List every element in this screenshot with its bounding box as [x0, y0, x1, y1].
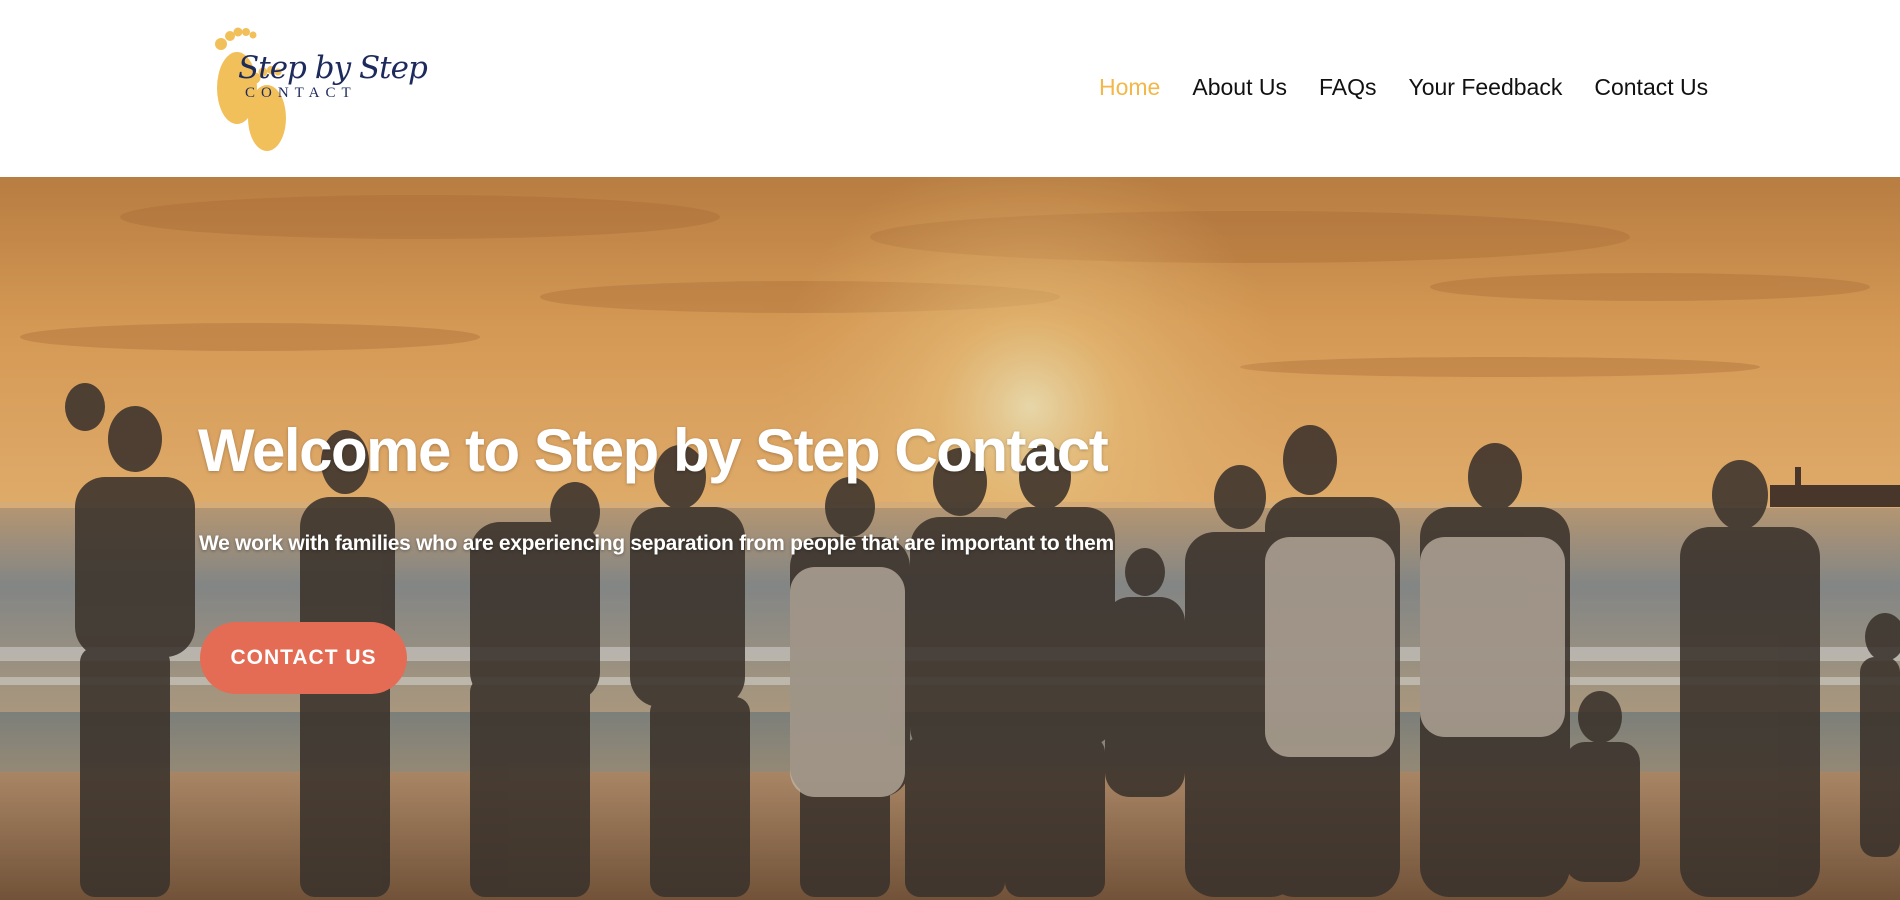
- logo-sub-text: CONTACT: [245, 85, 357, 101]
- nav-contact-us[interactable]: Contact Us: [1594, 74, 1708, 101]
- main-nav: Home About Us FAQs Your Feedback Contact…: [1099, 71, 1708, 103]
- hero-section: Welcome to Step by Step Contact We work …: [0, 177, 1900, 900]
- nav-home[interactable]: Home: [1099, 74, 1160, 101]
- nav-about-us[interactable]: About Us: [1192, 74, 1287, 101]
- site-header: Step by Step CONTACT Home About Us FAQs …: [0, 0, 1900, 177]
- site-logo[interactable]: Step by Step CONTACT: [205, 16, 428, 156]
- contact-us-button[interactable]: CONTACT US: [200, 622, 407, 694]
- hero-title: Welcome to Step by Step Contact: [198, 417, 1109, 484]
- logo-script-text: Step by Step: [238, 50, 428, 86]
- nav-your-feedback[interactable]: Your Feedback: [1408, 74, 1562, 101]
- hero-subtitle: We work with families who are experienci…: [199, 532, 1114, 555]
- nav-faqs[interactable]: FAQs: [1319, 74, 1377, 101]
